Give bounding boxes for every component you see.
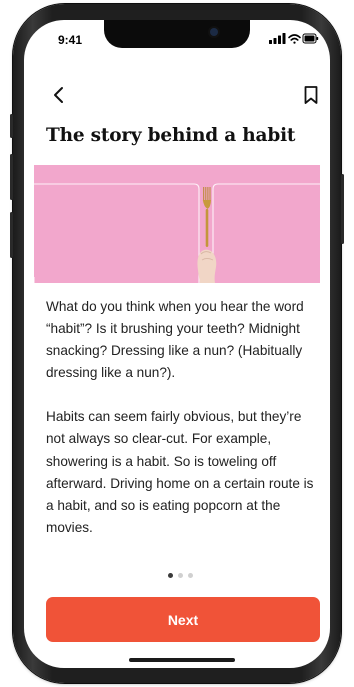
- page-indicator: [168, 573, 200, 581]
- home-indicator[interactable]: [129, 658, 235, 662]
- signal-icon: [269, 33, 286, 44]
- wifi-icon: [288, 34, 301, 44]
- hand-icon: [197, 249, 217, 283]
- page-dot: [178, 573, 183, 578]
- battery-icon: [302, 33, 319, 44]
- bookmark-icon[interactable]: [302, 84, 320, 106]
- article-body: What do you think when you hear the word…: [46, 296, 318, 539]
- hero-image: [34, 165, 320, 283]
- fork-in-hand-illustration: [34, 183, 320, 283]
- volume-up-button: [10, 154, 13, 200]
- notch: [104, 20, 250, 48]
- next-button[interactable]: Next: [46, 597, 320, 642]
- article-paragraph: Habits can seem fairly obvious, but they…: [46, 409, 314, 535]
- fork-icon: [202, 187, 211, 247]
- back-icon[interactable]: [50, 84, 68, 106]
- status-icons: [269, 33, 319, 44]
- volume-down-button: [10, 212, 13, 258]
- mute-switch: [10, 114, 13, 138]
- page-dot: [188, 573, 193, 578]
- status-time: 9:41: [58, 33, 83, 47]
- article-title: The story behind a habit: [46, 125, 296, 146]
- power-button: [341, 174, 344, 244]
- article-paragraph: What do you think when you hear the word…: [46, 299, 304, 381]
- page-dot: [168, 573, 173, 578]
- phone-screen: 9:41 The story behind a habit What do yo…: [24, 20, 330, 668]
